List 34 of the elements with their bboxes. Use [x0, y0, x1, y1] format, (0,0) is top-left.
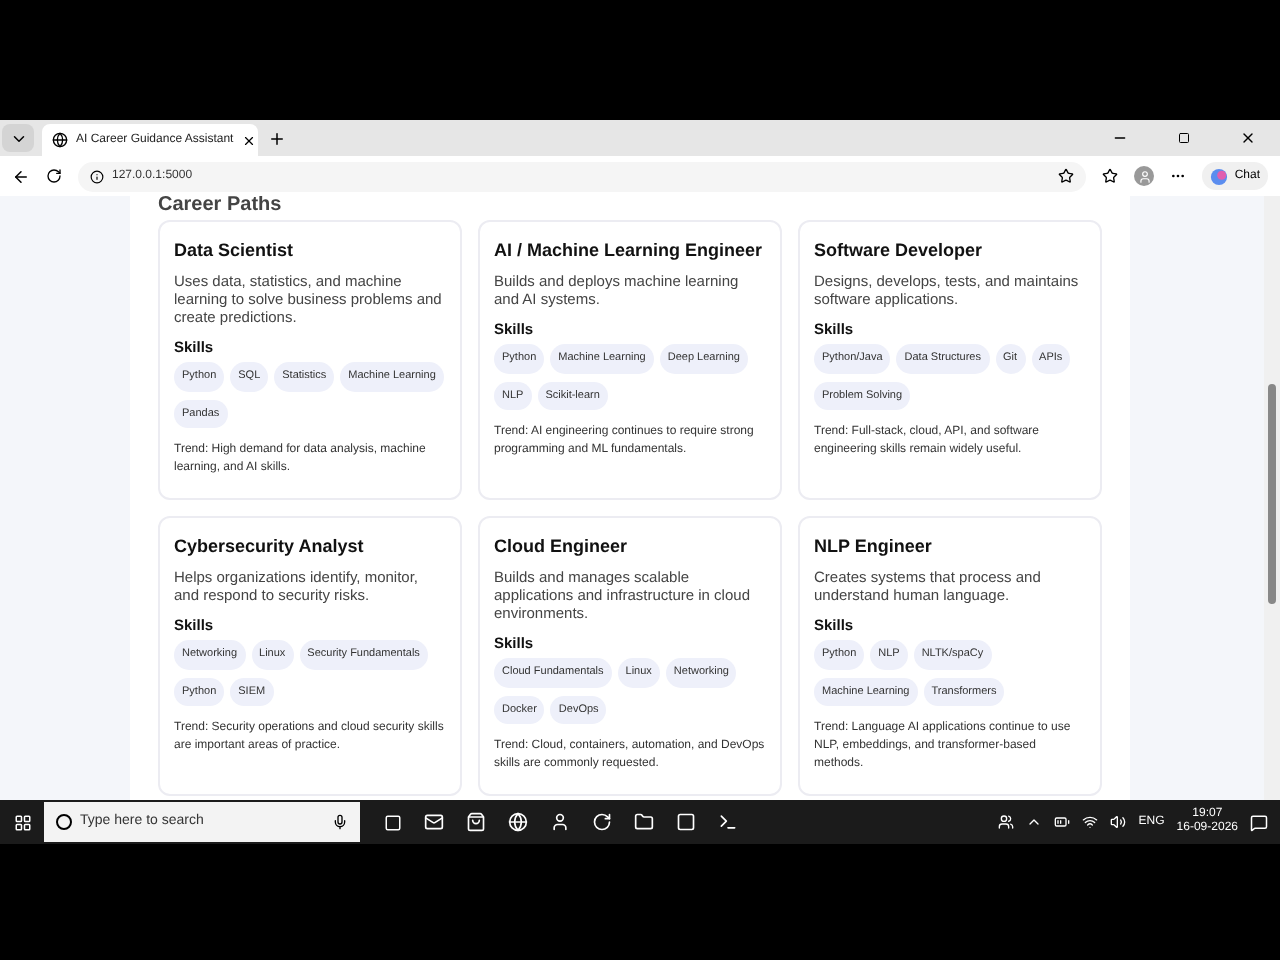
store-icon[interactable] [466, 812, 486, 832]
wifi-icon[interactable] [1082, 814, 1099, 830]
battery-icon[interactable] [1054, 814, 1071, 830]
info-icon [90, 169, 104, 183]
copilot-icon [1210, 167, 1229, 185]
reload-icon[interactable] [46, 168, 62, 184]
globe-icon [52, 132, 68, 148]
card-title: Software Developer [814, 238, 985, 262]
card-title: Data Scientist [174, 238, 296, 262]
chevron-up-icon[interactable] [1026, 814, 1043, 830]
profile-icon[interactable] [1134, 166, 1155, 186]
mail-icon[interactable] [424, 812, 444, 832]
card-title: NLP Engineer [814, 534, 934, 558]
tab-list-icon[interactable] [2, 124, 34, 152]
back-icon[interactable] [12, 167, 30, 185]
microphone-icon[interactable] [332, 814, 348, 830]
app-icon[interactable] [550, 812, 570, 832]
task-view-icon[interactable] [384, 813, 402, 831]
star-icon[interactable] [1058, 168, 1075, 184]
card-title: Cybersecurity Analyst [174, 534, 366, 558]
terminal-icon[interactable] [718, 812, 738, 832]
scroll-thumb[interactable] [1268, 384, 1276, 604]
browser-icon[interactable] [508, 812, 528, 832]
scrollbar[interactable] [1264, 196, 1280, 800]
people-icon[interactable] [998, 814, 1015, 830]
new-tab-icon[interactable] [268, 129, 286, 147]
close-icon[interactable] [241, 133, 256, 147]
folder-icon[interactable] [634, 812, 654, 832]
card-title: AI / Machine Learning Engineer [494, 238, 765, 262]
volume-icon[interactable] [1110, 814, 1127, 830]
favorites-icon[interactable] [1102, 168, 1119, 184]
section-heading: Career Paths [158, 196, 284, 216]
notification-icon[interactable] [1250, 813, 1268, 831]
card-title: Cloud Engineer [494, 534, 630, 558]
